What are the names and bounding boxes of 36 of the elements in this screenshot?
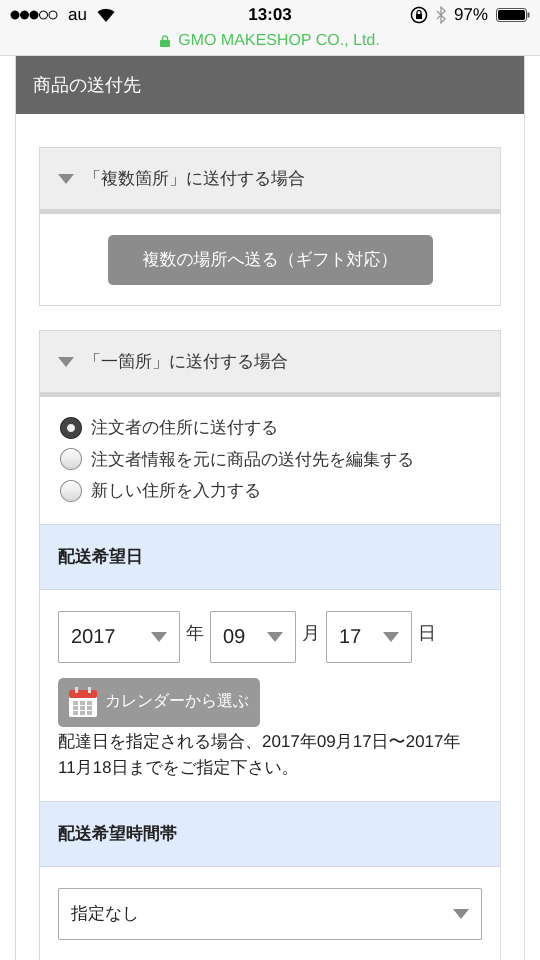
dropdown-caret-icon bbox=[58, 356, 74, 366]
date-select[interactable]: 09 bbox=[210, 610, 296, 662]
dropdown-caret-icon bbox=[58, 174, 74, 184]
date-unit: 日 bbox=[418, 622, 436, 644]
date-unit: 月 bbox=[302, 622, 320, 644]
dropdown-caret-icon bbox=[151, 632, 167, 642]
dropdown-caret-icon bbox=[383, 632, 399, 642]
date-select[interactable]: 2017 bbox=[58, 610, 180, 662]
calendar-icon bbox=[69, 687, 97, 717]
delivery-date-note: 配達日を指定される場合、2017年09月17日〜2017年11月18日までをご指定下さい。 bbox=[58, 730, 462, 778]
radio-option[interactable]: 新しい住所を入力する bbox=[60, 478, 480, 504]
date-select[interactable]: 17 bbox=[326, 610, 412, 662]
signal-icon bbox=[10, 10, 58, 20]
radio-button[interactable] bbox=[60, 480, 82, 502]
radio-button[interactable] bbox=[60, 448, 82, 470]
bluetooth-icon bbox=[436, 6, 446, 24]
panel-title: 商品の送付先 bbox=[33, 74, 141, 96]
wifi-icon bbox=[96, 8, 115, 22]
battery-percent: 97% bbox=[454, 4, 488, 26]
time-select[interactable]: 指定なし bbox=[58, 888, 482, 940]
dropdown-caret-icon bbox=[453, 908, 469, 918]
radio-option[interactable]: 注文者の住所に送付する bbox=[60, 415, 480, 440]
date-unit: 年 bbox=[186, 622, 204, 644]
site-name: GMO MAKESHOP CO., Ltd. bbox=[178, 31, 380, 51]
radio-button[interactable] bbox=[60, 416, 82, 439]
subsection-title: 配送希望日 bbox=[58, 546, 143, 568]
subsection-title: 配送希望時間帯 bbox=[58, 822, 177, 845]
section-title: 「一箇所」に送付する場合 bbox=[84, 350, 288, 373]
rotation-lock-icon bbox=[410, 6, 428, 24]
radio-option[interactable]: 注文者情報を元に商品の送付先を編集する bbox=[60, 446, 480, 472]
lock-icon bbox=[160, 35, 170, 47]
dropdown-caret-icon bbox=[267, 632, 283, 642]
clock-time: 13:03 bbox=[248, 4, 292, 26]
section-title: 「複数箇所」に送付する場合 bbox=[84, 168, 305, 190]
battery-icon bbox=[496, 8, 530, 22]
carrier-name: au bbox=[68, 4, 87, 26]
